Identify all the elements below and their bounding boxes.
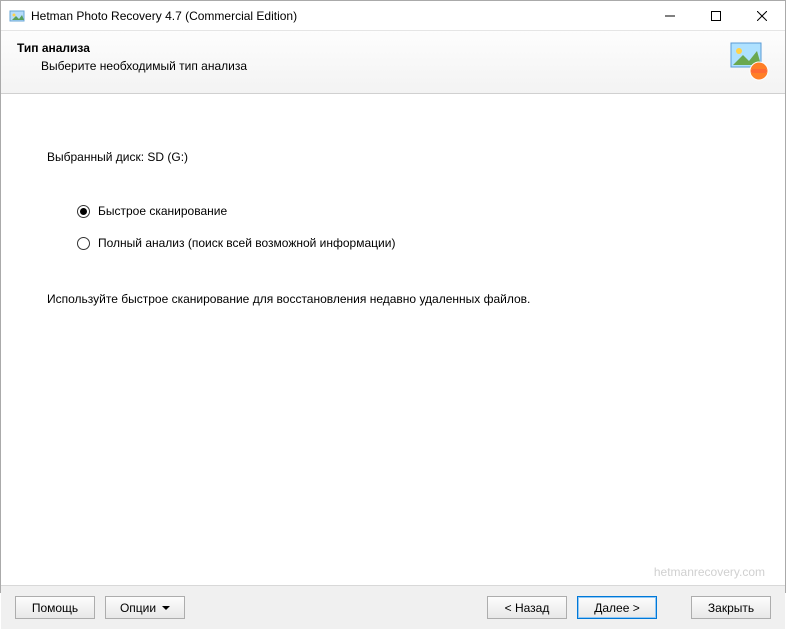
window-title: Hetman Photo Recovery 4.7 (Commercial Ed… bbox=[31, 9, 647, 23]
options-button[interactable]: Опции bbox=[105, 596, 185, 619]
next-button[interactable]: Далее > bbox=[577, 596, 657, 619]
radio-input-icon bbox=[77, 237, 90, 250]
selected-disk-label: Выбранный диск: SD (G:) bbox=[47, 150, 739, 164]
close-button[interactable] bbox=[739, 1, 785, 30]
titlebar: Hetman Photo Recovery 4.7 (Commercial Ed… bbox=[1, 1, 785, 31]
help-button[interactable]: Помощь bbox=[15, 596, 95, 619]
hint-text: Используйте быстрое сканирование для вос… bbox=[47, 292, 739, 306]
minimize-button[interactable] bbox=[647, 1, 693, 30]
app-icon bbox=[9, 8, 25, 24]
wizard-header: Тип анализа Выберите необходимый тип ана… bbox=[1, 31, 785, 94]
radio-input-icon bbox=[77, 205, 90, 218]
back-button[interactable]: < Назад bbox=[487, 596, 567, 619]
maximize-button[interactable] bbox=[693, 1, 739, 30]
close-wizard-button[interactable]: Закрыть bbox=[691, 596, 771, 619]
radio-label: Полный анализ (поиск всей возможной инфо… bbox=[98, 236, 395, 250]
header-icon bbox=[729, 41, 769, 81]
radio-full-analysis[interactable]: Полный анализ (поиск всей возможной инфо… bbox=[77, 236, 739, 250]
watermark: hetmanrecovery.com bbox=[654, 565, 765, 579]
radio-quick-scan[interactable]: Быстрое сканирование bbox=[77, 204, 739, 218]
page-title: Тип анализа bbox=[17, 41, 721, 55]
chevron-down-icon bbox=[162, 606, 170, 610]
radio-label: Быстрое сканирование bbox=[98, 204, 227, 218]
window-buttons bbox=[647, 1, 785, 30]
analysis-type-group: Быстрое сканирование Полный анализ (поис… bbox=[77, 204, 739, 250]
content-area: Выбранный диск: SD (G:) Быстрое сканиров… bbox=[1, 150, 785, 585]
page-subtitle: Выберите необходимый тип анализа bbox=[17, 59, 721, 73]
wizard-footer: Помощь Опции < Назад Далее > Закрыть bbox=[1, 585, 785, 629]
